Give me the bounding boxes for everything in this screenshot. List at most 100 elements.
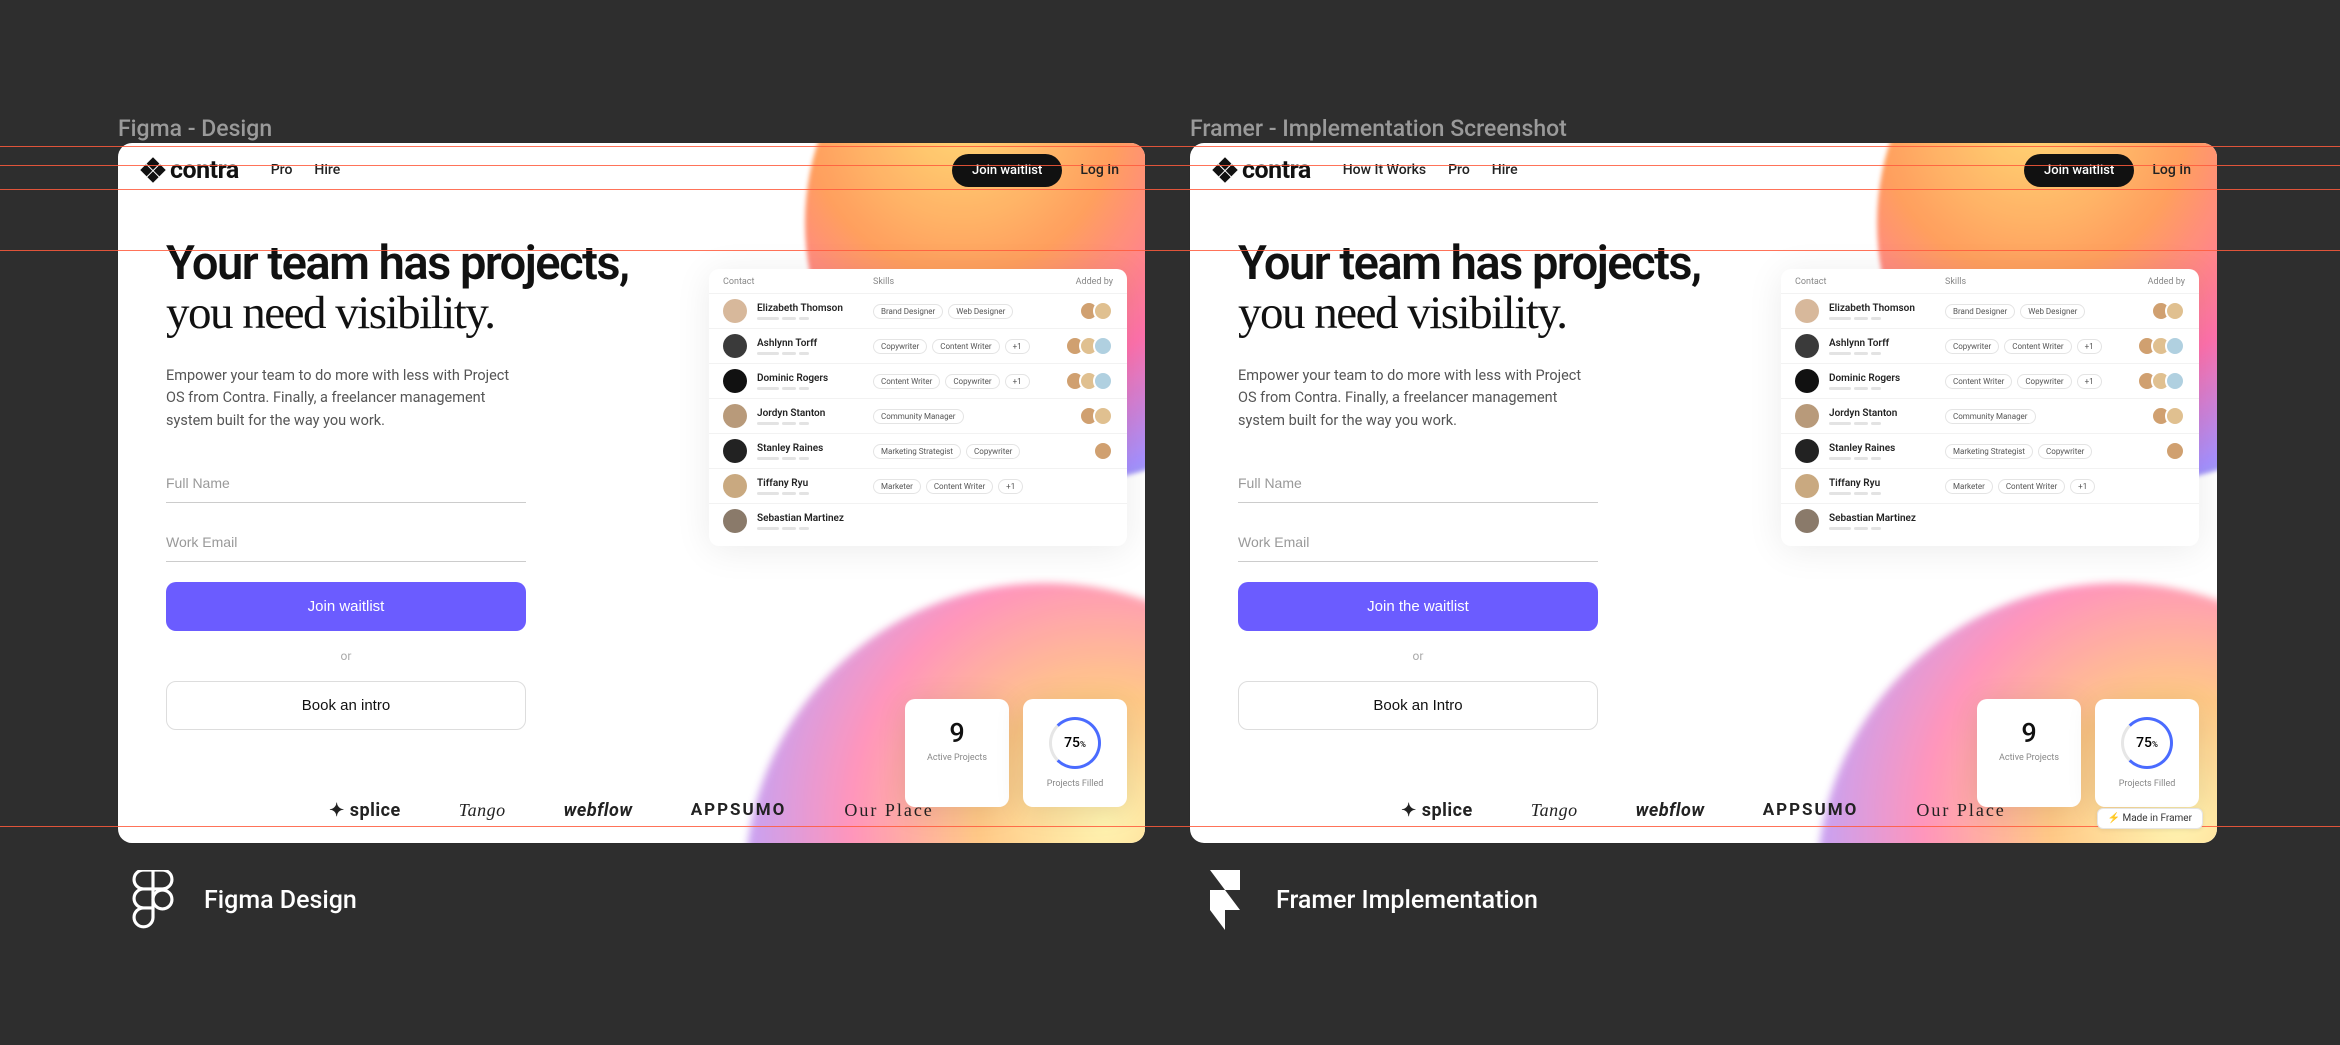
framer-icon: [1200, 870, 1250, 930]
progress-pct: 75%: [1064, 735, 1086, 751]
skill-pill: Content Writer: [932, 339, 999, 354]
contact-meter: [1829, 352, 1889, 355]
hero-desc: Empower your team to do more with less w…: [1238, 365, 1598, 432]
book-intro-button[interactable]: Book an Intro: [1238, 681, 1598, 730]
book-intro-button[interactable]: Book an intro: [166, 681, 526, 730]
email-input[interactable]: [166, 523, 526, 562]
skills-cell: Community Manager: [1945, 409, 2105, 424]
contact-name: Ashlynn Torff: [757, 338, 817, 349]
platform-figma-label: Figma Design: [204, 886, 357, 915]
progress-ring: 75%: [1049, 717, 1101, 769]
table-row[interactable]: Jordyn StantonCommunity Manager: [709, 398, 1127, 433]
contact-meter: [1829, 492, 1881, 495]
contacts-header: Contact Skills Added by: [709, 269, 1127, 293]
avatar: [1795, 369, 1819, 393]
table-row[interactable]: Tiffany RyuMarketerContent Writer+1: [709, 468, 1127, 503]
skill-pill: Content Writer: [873, 374, 940, 389]
logo-tango: Tango: [459, 800, 506, 821]
projects-filled-card: 75% Projects Filled: [2095, 699, 2199, 807]
skill-pill: Web Designer: [948, 304, 1013, 319]
made-in-framer-badge[interactable]: ⚡ Made in Framer: [2097, 808, 2203, 829]
avatar: [723, 334, 747, 358]
skill-pill: +1: [1005, 339, 1030, 354]
skills-cell: Content WriterCopywriter+1: [873, 374, 1033, 389]
table-row[interactable]: Dominic RogersContent WriterCopywriter+1: [1781, 363, 2199, 398]
table-row[interactable]: Ashlynn TorffCopywriterContent Writer+1: [709, 328, 1127, 363]
col-contact: Contact: [1795, 277, 1945, 287]
contact-meter: [757, 457, 823, 460]
join-waitlist-button[interactable]: Join waitlist: [952, 154, 1062, 187]
or-divider: or: [166, 649, 526, 663]
contact-meter: [757, 317, 843, 320]
email-input[interactable]: [1238, 523, 1598, 562]
alignment-guideline: [0, 146, 2340, 147]
avatar: [2165, 336, 2185, 356]
skills-cell: CopywriterContent Writer+1: [873, 339, 1033, 354]
hero-title: Your team has projects, you need visibil…: [166, 239, 666, 339]
skills-cell: CopywriterContent Writer+1: [1945, 339, 2105, 354]
label-framer-impl: Framer - Implementation Screenshot: [1190, 115, 1567, 142]
table-row[interactable]: Elizabeth Thomson Brand Designer Web Desig…: [709, 293, 1127, 328]
table-row[interactable]: Elizabeth ThomsonBrand DesignerWeb Desig…: [1781, 293, 2199, 328]
logo-webflow: webflow: [564, 800, 633, 821]
contact-meter: [757, 422, 825, 425]
contact-name: Tiffany Ryu: [757, 478, 809, 489]
skill-pill: Brand Designer: [1945, 304, 2015, 319]
table-row[interactable]: Jordyn StantonCommunity Manager: [1781, 398, 2199, 433]
table-row[interactable]: Tiffany RyuMarketerContent Writer+1: [1781, 468, 2199, 503]
mockup-figma: contra ProHire Join waitlist Log In Your…: [118, 143, 1145, 843]
avatar: [1093, 441, 1113, 461]
join-waitlist-cta[interactable]: Join waitlist: [166, 582, 526, 631]
contact-name: Stanley Raines: [757, 443, 823, 454]
added-by-cell: [2105, 301, 2185, 321]
table-row[interactable]: Sebastian Martinez: [1781, 503, 2199, 538]
table-row[interactable]: Ashlynn TorffCopywriterContent Writer+1: [1781, 328, 2199, 363]
contact-meter: [1829, 457, 1895, 460]
waitlist-form: Join waitlist or Book an intro: [166, 464, 526, 730]
added-by-cell: [1033, 371, 1113, 391]
fullname-input[interactable]: [1238, 464, 1598, 503]
logo-appsumo: APPSUMO: [691, 800, 787, 821]
skill-pill: +1: [2070, 479, 2095, 494]
skill-pill: Web Designer: [2020, 304, 2085, 319]
contact-meter: [757, 527, 844, 530]
skill-pill: +1: [2077, 374, 2102, 389]
fullname-input[interactable]: [166, 464, 526, 503]
contra-logo-icon: [1212, 157, 1237, 182]
avatar: [1093, 301, 1113, 321]
hero: Your team has projects, you need visibil…: [1238, 239, 1738, 730]
skill-pill: Copywriter: [2017, 374, 2071, 389]
skills-cell: MarketerContent Writer+1: [1945, 479, 2105, 494]
hero-title-line2: you need visibility.: [1238, 287, 1567, 339]
contra-logo-icon: [140, 157, 165, 182]
skill-pill: Brand Designer: [873, 304, 943, 319]
skill-pill: Marketer: [873, 479, 921, 494]
skills-cell: Content WriterCopywriter+1: [1945, 374, 2105, 389]
avatar: [723, 474, 747, 498]
col-added: Added by: [2105, 277, 2185, 287]
progress-pct: 75%: [2136, 735, 2158, 751]
table-row[interactable]: Stanley RainesMarketing StrategistCopywr…: [709, 433, 1127, 468]
contact-name: Dominic Rogers: [1829, 373, 1900, 384]
table-row[interactable]: Dominic RogersContent WriterCopywriter+1: [709, 363, 1127, 398]
col-skills: Skills: [1945, 277, 2105, 287]
table-row[interactable]: Sebastian Martinez: [709, 503, 1127, 538]
skill-pill: Content Writer: [2004, 339, 2071, 354]
avatar: [1795, 509, 1819, 533]
brand-logo[interactable]: contra: [144, 156, 239, 185]
or-divider: or: [1238, 649, 1598, 663]
added-by-cell: [1033, 406, 1113, 426]
table-row[interactable]: Stanley RainesMarketing StrategistCopywr…: [1781, 433, 2199, 468]
join-waitlist-cta[interactable]: Join the waitlist: [1238, 582, 1598, 631]
logo-splice: splice: [1401, 800, 1473, 821]
skill-pill: Copywriter: [945, 374, 999, 389]
contact-name: Sebastian Martinez: [757, 513, 844, 524]
contact-name: Stanley Raines: [1829, 443, 1895, 454]
join-waitlist-button[interactable]: Join waitlist: [2024, 154, 2134, 187]
added-by-cell: [1033, 301, 1113, 321]
contact-meter: [757, 352, 817, 355]
contact-name: Elizabeth Thomson: [757, 303, 843, 314]
skill-pill: Copywriter: [1945, 339, 1999, 354]
platform-framer-label: Framer Implementation: [1276, 886, 1538, 915]
brand-logo[interactable]: contra: [1216, 156, 1311, 185]
